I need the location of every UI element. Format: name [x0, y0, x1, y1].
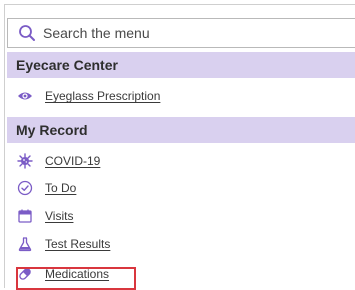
menu-item-label: Medications [45, 267, 110, 281]
calendar-icon [17, 208, 33, 224]
menu-item-covid-19[interactable]: COVID-19 [7, 149, 355, 173]
menu-item-visits[interactable]: Visits [7, 204, 355, 228]
menu-panel: Eyecare Center Eyeglass Prescription My … [4, 4, 355, 290]
virus-icon [17, 153, 33, 169]
menu-item-label: COVID-19 [45, 154, 101, 168]
menu-item-to-do[interactable]: To Do [7, 176, 355, 200]
pill-icon [17, 266, 33, 282]
menu-item-label: Eyeglass Prescription [45, 89, 161, 103]
section-header-eyecare-center: Eyecare Center [7, 52, 355, 78]
checkmark-circle-icon [17, 180, 33, 196]
search-input[interactable] [43, 25, 323, 41]
menu-item-label: Test Results [45, 237, 111, 251]
menu-item-eyeglass-prescription[interactable]: Eyeglass Prescription [7, 84, 355, 108]
search-icon [18, 24, 36, 42]
menu-item-medications[interactable]: Medications [7, 262, 355, 286]
menu-item-test-results[interactable]: Test Results [7, 232, 355, 256]
section-header-my-record: My Record [7, 117, 355, 143]
menu-item-label: Visits [45, 209, 74, 223]
search-bar[interactable] [7, 18, 355, 48]
eye-icon [17, 88, 33, 104]
menu-item-label: To Do [45, 181, 77, 195]
flask-icon [17, 236, 33, 252]
